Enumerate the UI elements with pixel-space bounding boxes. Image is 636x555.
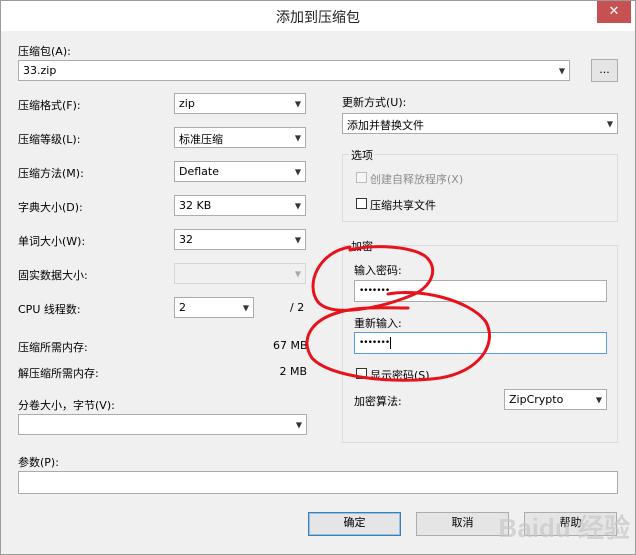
solid-select: ▼ [174, 263, 306, 284]
solid-label: 固实数据大小: [18, 269, 88, 282]
ok-button[interactable]: 确定 [308, 512, 401, 536]
word-label: 单词大小(W): [18, 235, 86, 248]
dict-select[interactable]: 32 KB ▼ [174, 195, 306, 216]
encryption-title: 加密 [349, 238, 375, 254]
archive-name-value: 33.zip [23, 64, 57, 77]
cpu-value: 2 [179, 301, 186, 314]
title-bar: 添加到压缩包 ✕ [1, 1, 635, 31]
chevron-down-icon: ▼ [242, 303, 249, 312]
shared-files-label: 压缩共享文件 [370, 199, 436, 212]
password-label: 输入密码: [354, 264, 402, 277]
mem-decompress-value: 2 MB [279, 365, 307, 378]
chevron-down-icon: ▼ [606, 119, 613, 128]
dict-value: 32 KB [179, 199, 212, 212]
word-select[interactable]: 32 ▼ [174, 229, 306, 250]
chevron-down-icon: ▼ [294, 269, 301, 278]
level-select[interactable]: 标准压缩 ▼ [174, 127, 306, 148]
browse-button[interactable]: ... [591, 59, 618, 82]
show-password-label: 显示密码(S) [370, 369, 430, 382]
chevron-down-icon: ▼ [294, 167, 301, 176]
sfx-checkbox[interactable] [356, 172, 367, 183]
text-caret [390, 336, 392, 349]
shared-files-checkbox[interactable] [356, 198, 367, 209]
chevron-down-icon: ▼ [294, 99, 301, 108]
reenter-value: ••••••• [359, 338, 390, 348]
reenter-password-input[interactable]: ••••••• [354, 332, 607, 354]
mem-compress-value: 67 MB [273, 339, 308, 352]
password-input[interactable]: ••••••• [354, 280, 607, 302]
reenter-label: 重新输入: [354, 317, 402, 330]
params-label: 参数(P): [18, 456, 59, 469]
window-title: 添加到压缩包 [276, 10, 360, 26]
chevron-down-icon: ▼ [558, 66, 565, 75]
format-label: 压缩格式(F): [18, 99, 81, 112]
cpu-total: / 2 [290, 301, 305, 314]
mem-decompress-label: 解压缩所需内存: [18, 367, 99, 380]
update-value: 添加并替换文件 [347, 119, 424, 132]
archive-label: 压缩包(A): [18, 45, 71, 58]
encryption-method-value: ZipCrypto [509, 393, 564, 406]
update-select[interactable]: 添加并替换文件 ▼ [342, 113, 618, 134]
chevron-down-icon: ▼ [295, 420, 302, 429]
archive-name-combo[interactable]: 33.zip ▼ [18, 60, 570, 81]
chevron-down-icon: ▼ [294, 201, 301, 210]
chevron-down-icon: ▼ [595, 395, 602, 404]
dict-label: 字典大小(D): [18, 201, 83, 214]
method-select[interactable]: Deflate ▼ [174, 161, 306, 182]
format-select[interactable]: zip ▼ [174, 93, 306, 114]
options-title: 选项 [349, 147, 375, 163]
cpu-select[interactable]: 2 ▼ [174, 297, 254, 318]
split-select[interactable]: ▼ [18, 414, 307, 435]
level-value: 标准压缩 [179, 133, 223, 146]
level-label: 压缩等级(L): [18, 133, 81, 146]
baidu-watermark: Baidu 经验 [498, 513, 630, 543]
add-to-archive-dialog: 添加到压缩包 ✕ 压缩包(A): 33.zip ▼ ... 压缩格式(F): z… [0, 0, 636, 555]
format-value: zip [179, 97, 195, 110]
password-value: ••••••• [359, 286, 390, 296]
method-value: Deflate [179, 165, 219, 178]
sfx-label: 创建自释放程序(X) [370, 173, 464, 186]
params-input[interactable] [18, 471, 618, 494]
show-password-checkbox[interactable] [356, 368, 367, 379]
mem-compress-label: 压缩所需内存: [18, 341, 88, 354]
chevron-down-icon: ▼ [294, 133, 301, 142]
update-label: 更新方式(U): [342, 96, 407, 109]
chevron-down-icon: ▼ [294, 235, 301, 244]
encryption-method-select[interactable]: ZipCrypto ▼ [504, 389, 607, 410]
cancel-button[interactable]: 取消 [416, 512, 509, 536]
split-label: 分卷大小，字节(V): [18, 399, 115, 412]
close-button[interactable]: ✕ [597, 1, 631, 23]
cpu-label: CPU 线程数: [18, 303, 81, 316]
word-value: 32 [179, 233, 193, 246]
encryption-method-label: 加密算法: [354, 395, 402, 408]
method-label: 压缩方法(M): [18, 167, 84, 180]
